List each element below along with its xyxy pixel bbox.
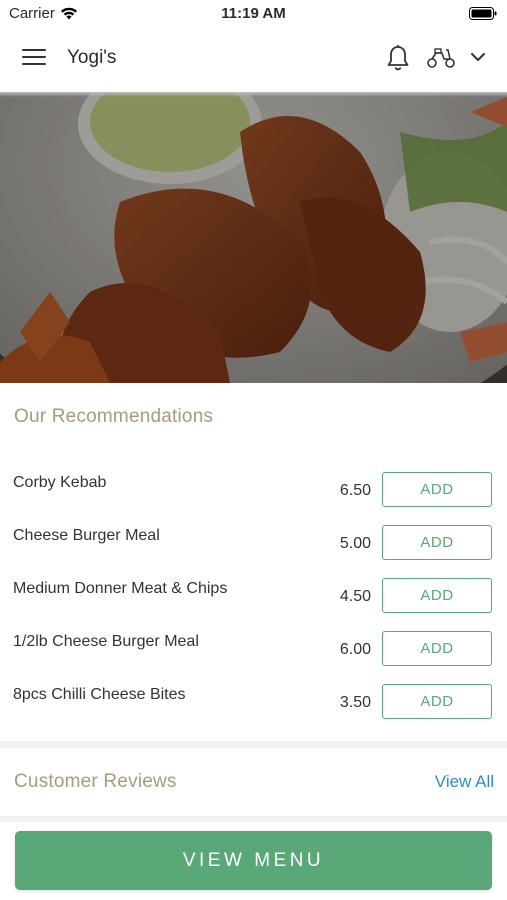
recommendations-heading: Our Recommendations [14, 406, 214, 427]
section-divider [0, 741, 507, 748]
item-name: 8pcs Chilli Cheese Bites [13, 686, 186, 703]
chevron-down-icon[interactable] [470, 51, 486, 63]
app-header: Yogi's [0, 28, 507, 92]
view-all-reviews-link[interactable]: View All [435, 772, 494, 792]
item-name: Cheese Burger Meal [13, 527, 160, 544]
status-bar: Carrier 11:19 AM [0, 0, 507, 28]
reviews-heading: Customer Reviews [14, 771, 177, 792]
restaurant-title: Yogi's [67, 47, 117, 68]
header-shadow [0, 92, 507, 97]
delivery-scooter-icon[interactable] [426, 47, 456, 69]
battery-icon [469, 7, 497, 24]
view-menu-button[interactable]: VIEW MENU [15, 831, 492, 890]
list-item: Medium Donner Meat & Chips 4.50 ADD [0, 578, 507, 633]
item-price: 4.50 [339, 588, 371, 605]
bell-icon[interactable] [386, 44, 410, 72]
item-price: 6.50 [339, 482, 371, 499]
add-button[interactable]: ADD [382, 472, 492, 507]
item-name: 1/2lb Cheese Burger Meal [13, 633, 199, 650]
list-item: Cheese Burger Meal 5.00 ADD [0, 525, 507, 580]
hero-food-image [0, 92, 507, 383]
list-item: 8pcs Chilli Cheese Bites 3.50 ADD [0, 684, 507, 739]
item-price: 3.50 [339, 694, 371, 711]
item-price: 5.00 [339, 535, 371, 552]
item-price: 6.00 [339, 641, 371, 658]
hamburger-menu-icon[interactable] [22, 49, 46, 69]
add-button[interactable]: ADD [382, 684, 492, 719]
list-item: 1/2lb Cheese Burger Meal 6.00 ADD [0, 631, 507, 686]
section-divider [0, 816, 507, 822]
item-name: Corby Kebab [13, 474, 107, 491]
item-name: Medium Donner Meat & Chips [13, 580, 228, 597]
clock: 11:19 AM [221, 5, 286, 22]
add-button[interactable]: ADD [382, 631, 492, 666]
add-button[interactable]: ADD [382, 525, 492, 560]
add-button[interactable]: ADD [382, 578, 492, 613]
list-item: Corby Kebab 6.50 ADD [0, 472, 507, 527]
